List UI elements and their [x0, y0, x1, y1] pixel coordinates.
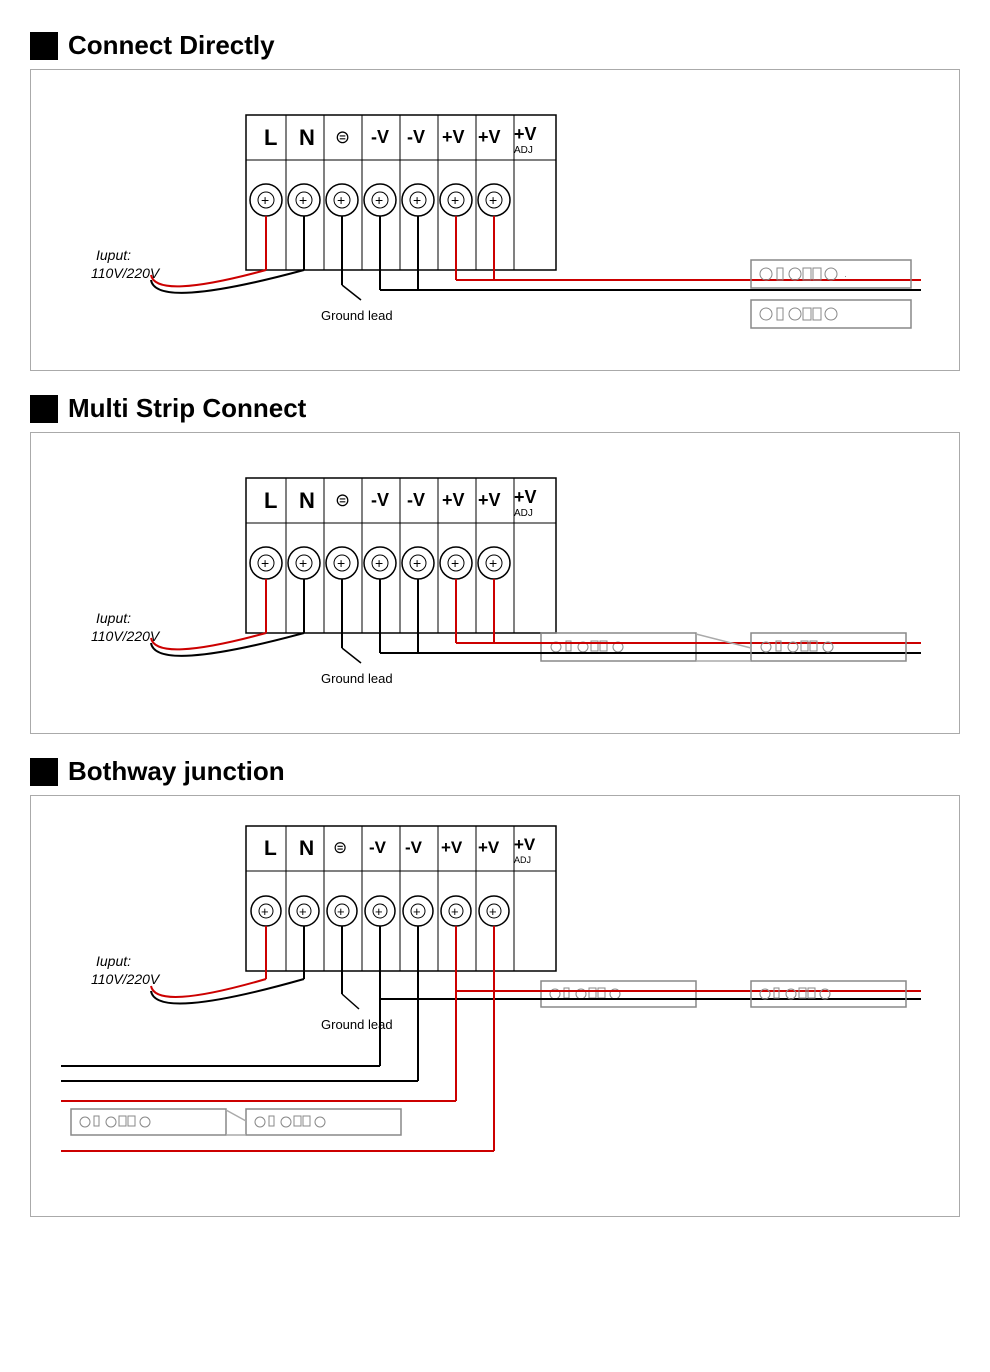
svg-text:+: +	[451, 555, 459, 571]
section-title-2: Multi Strip Connect	[30, 393, 960, 424]
svg-text:⊜: ⊜	[335, 127, 350, 147]
svg-text:·: ·	[844, 271, 847, 281]
input-label-1: Iuput:	[96, 247, 131, 263]
svg-text:+V: +V	[442, 490, 465, 510]
section-heading-1: Connect Directly	[68, 30, 275, 61]
svg-text:+: +	[337, 192, 345, 208]
svg-text:+: +	[299, 555, 307, 571]
svg-text:-V: -V	[369, 838, 387, 857]
svg-text:+: +	[299, 192, 307, 208]
section-heading-3: Bothway junction	[68, 756, 285, 787]
svg-text:+: +	[451, 904, 459, 919]
svg-text:ADJ: ADJ	[514, 145, 533, 156]
svg-text:+V: +V	[478, 490, 501, 510]
svg-text:+V: +V	[441, 838, 463, 857]
svg-text:+: +	[451, 192, 459, 208]
section-title-1: Connect Directly	[30, 30, 960, 61]
svg-text:-V: -V	[407, 127, 425, 147]
svg-text:+: +	[489, 192, 497, 208]
section-bothway-junction: Bothway junction Iuput: 110V/220V L N ⊜ …	[30, 756, 960, 1217]
ground-label-1: Ground lead	[321, 308, 393, 323]
svg-text:+: +	[337, 555, 345, 571]
svg-text:+: +	[261, 192, 269, 208]
ground-label-2: Ground lead	[321, 671, 393, 686]
section-title-3: Bothway junction	[30, 756, 960, 787]
svg-text:Iuput:: Iuput:	[96, 610, 131, 626]
svg-text:ADJ: ADJ	[514, 855, 531, 865]
svg-text:+V: +V	[478, 838, 500, 857]
svg-text:+: +	[375, 555, 383, 571]
svg-text:+: +	[413, 555, 421, 571]
svg-text:+V: +V	[442, 127, 465, 147]
input-voltage-1: 110V/220V	[91, 265, 161, 281]
svg-text:-V: -V	[371, 490, 389, 510]
diagram-svg-3: Iuput: 110V/220V L N ⊜ -V -V +V +V +V AD…	[51, 811, 971, 1191]
svg-text:N: N	[299, 125, 315, 150]
svg-text:+: +	[489, 555, 497, 571]
svg-text:110V/220V: 110V/220V	[91, 628, 161, 644]
svg-text:N: N	[299, 837, 314, 860]
svg-text:+: +	[489, 904, 497, 919]
svg-text:+: +	[375, 904, 383, 919]
svg-text:+: +	[375, 192, 383, 208]
svg-text:⊜: ⊜	[335, 490, 350, 510]
black-square-icon-2	[30, 395, 58, 423]
svg-text:L: L	[264, 837, 277, 860]
diagram-svg-2: Iuput: 110V/220V L N ⊜ -V -V +V +V +V AD…	[51, 448, 971, 708]
diagram-svg-1: Iuput: 110V/220V L N ⊜ -V -V +V +V +V AD…	[51, 85, 971, 345]
black-square-icon-1	[30, 32, 58, 60]
svg-text:+: +	[299, 904, 307, 919]
svg-text:+: +	[261, 555, 269, 571]
svg-text:+V: +V	[514, 487, 537, 507]
svg-text:⊜: ⊜	[333, 838, 347, 857]
ground-label-3: Ground lead	[321, 1017, 393, 1032]
svg-text:+V: +V	[478, 127, 501, 147]
section-heading-2: Multi Strip Connect	[68, 393, 306, 424]
svg-text:+: +	[413, 192, 421, 208]
diagram-box-3: Iuput: 110V/220V L N ⊜ -V -V +V +V +V AD…	[30, 795, 960, 1217]
svg-text:N: N	[299, 488, 315, 513]
svg-text:+: +	[337, 904, 345, 919]
svg-text:+V: +V	[514, 835, 536, 854]
svg-text:-V: -V	[371, 127, 389, 147]
svg-text:Iuput:: Iuput:	[96, 953, 131, 969]
svg-text:L: L	[264, 488, 277, 513]
svg-text:-V: -V	[407, 490, 425, 510]
diagram-box-1: Iuput: 110V/220V L N ⊜ -V -V +V +V +V AD…	[30, 69, 960, 371]
svg-text:+: +	[261, 904, 269, 919]
black-square-icon-3	[30, 758, 58, 786]
diagram-box-2: Iuput: 110V/220V L N ⊜ -V -V +V +V +V AD…	[30, 432, 960, 734]
section-connect-directly: Connect Directly Iuput: 110V/220V L N ⊜ …	[30, 30, 960, 371]
svg-text:110V/220V: 110V/220V	[91, 971, 161, 987]
svg-text:ADJ: ADJ	[514, 508, 533, 519]
svg-text:L: L	[264, 125, 277, 150]
section-multi-strip: Multi Strip Connect Iuput: 110V/220V L N…	[30, 393, 960, 734]
svg-text:+: +	[413, 904, 421, 919]
svg-text:-V: -V	[405, 838, 423, 857]
svg-text:+V: +V	[514, 124, 537, 144]
